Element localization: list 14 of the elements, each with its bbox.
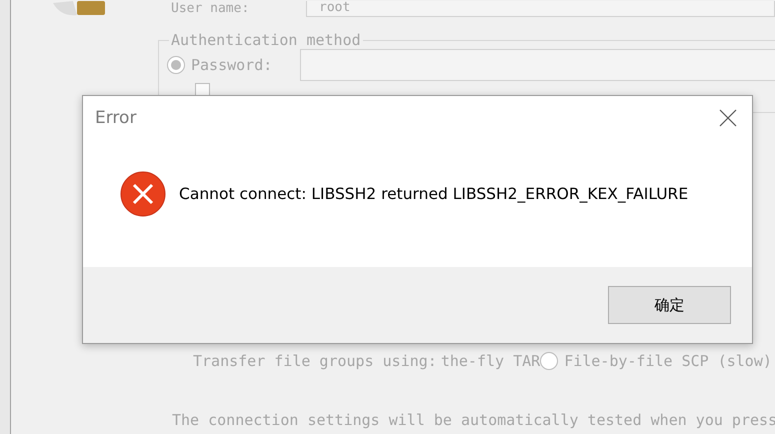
tar-option-label: the-fly TAR xyxy=(440,354,540,368)
scp-option-label: File-by-file SCP (slow) xyxy=(564,354,772,368)
user-name-label: User name: xyxy=(171,2,250,16)
password-field[interactable] xyxy=(300,49,775,81)
close-icon xyxy=(719,109,737,127)
group-legend: Authentication method xyxy=(169,31,363,49)
dialog-title: Error xyxy=(95,108,136,128)
password-label: Password: xyxy=(191,58,272,72)
scp-radio[interactable] xyxy=(540,352,558,370)
error-icon xyxy=(120,170,166,216)
transfer-label: Transfer file groups using: xyxy=(193,354,437,368)
error-message: Cannot connect: LIBSSH2 returned LIBSSH2_ERROR_KEX_FAILURE xyxy=(179,184,688,202)
ok-button[interactable]: 确定 xyxy=(608,286,731,324)
password-radio[interactable] xyxy=(167,56,185,74)
